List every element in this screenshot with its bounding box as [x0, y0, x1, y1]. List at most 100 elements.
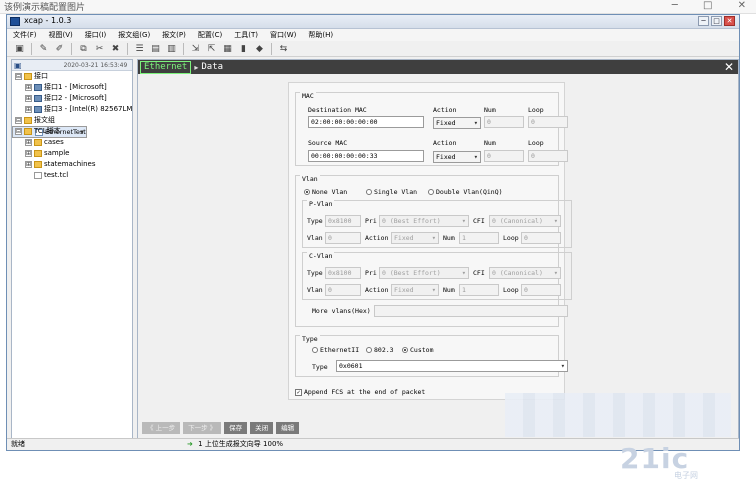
menu-config[interactable]: 配置(C) — [198, 29, 222, 41]
append-fcs-checkbox[interactable]: ✓ Append FCS at the end of packet — [295, 388, 425, 396]
p-type-field[interactable]: 0x8100 — [325, 215, 361, 227]
radio-dot — [402, 347, 408, 353]
tree-item-label: cases — [44, 138, 64, 146]
expand-icon[interactable]: ⊞ — [25, 160, 32, 168]
next-button[interactable]: 下一步 》 — [183, 422, 222, 434]
background-minimize-button[interactable]: ─ — [672, 0, 678, 11]
c-num-field[interactable]: 1 — [459, 284, 499, 296]
menu-interface[interactable]: 接口(I) — [85, 29, 107, 41]
tree-item[interactable]: ⊞ 接口3 - [Intel(R) 82567LM — [12, 104, 132, 115]
tree-item[interactable]: ⊟ TCL脚本 — [12, 126, 132, 137]
menu-window[interactable]: 窗口(W) — [270, 29, 296, 41]
src-loop-field[interactable]: 0 — [528, 150, 568, 162]
dst-num-field[interactable]: 0 — [484, 116, 524, 128]
dst-action-select[interactable]: Fixed — [433, 117, 481, 129]
c-loop-field[interactable]: 0 — [521, 284, 561, 296]
p-pri-select[interactable]: 0 (Best Effort) — [379, 215, 469, 227]
tree-item[interactable]: ⊞ cases — [12, 137, 132, 148]
expand-icon[interactable]: ⊞ — [25, 105, 32, 113]
tree-item[interactable]: ⊞ 接口1 - [Microsoft] — [12, 82, 132, 93]
save-as-icon[interactable]: ▥ — [165, 43, 178, 55]
tree-item-label: test.tcl — [44, 171, 69, 179]
import-icon[interactable]: ⇲ — [189, 43, 202, 55]
c-cfi-select[interactable]: 0 (Canonical) — [489, 267, 561, 279]
dst-loop-label: Loop — [528, 106, 544, 114]
menu-view[interactable]: 视图(V) — [49, 29, 73, 41]
folder-icon — [34, 160, 42, 168]
save-icon[interactable]: ▤ — [149, 43, 162, 55]
expand-icon[interactable]: ⊞ — [25, 138, 32, 146]
package-icon[interactable]: ◆ — [253, 43, 266, 55]
maximize-button[interactable]: □ — [711, 16, 722, 26]
delete-icon[interactable]: ✖ — [109, 43, 122, 55]
tree-item[interactable]: test.tcl — [12, 170, 132, 181]
more-vlans-field[interactable] — [374, 305, 568, 317]
dst-loop-field[interactable]: 0 — [528, 116, 568, 128]
tree-item[interactable]: ⊟ 接口 — [12, 71, 132, 82]
prev-button[interactable]: 《 上一步 — [142, 422, 181, 434]
radio-ethernet2[interactable]: EthernetII — [312, 346, 359, 354]
minimize-button[interactable]: ─ — [698, 16, 709, 26]
expand-icon[interactable]: ⊞ — [25, 149, 32, 157]
watermark-logo: 21ic 电子网 — [600, 440, 750, 486]
vlan-group-title: Vlan — [300, 175, 320, 183]
close-wizard-button[interactable]: 关闭 — [250, 422, 274, 434]
menu-help[interactable]: 帮助(H) — [308, 29, 333, 41]
tree-item[interactable]: ⊞ statemachines — [12, 159, 132, 170]
c-action-select[interactable]: Fixed — [391, 284, 439, 296]
brush-icon[interactable]: ✐ — [53, 43, 66, 55]
p-cfi-select[interactable]: 0 (Canonical) — [489, 215, 561, 227]
dst-mac-field[interactable]: 02:00:00:00:00:00 — [308, 116, 424, 128]
expand-icon[interactable]: ⊞ — [25, 94, 32, 102]
radio-double-vlan[interactable]: Double Vlan(QinQ) — [428, 188, 503, 196]
save-button[interactable]: 保存 — [224, 422, 248, 434]
src-num-field[interactable]: 0 — [484, 150, 524, 162]
p-num-field[interactable]: 1 — [459, 232, 499, 244]
link-icon[interactable]: ⇆ — [277, 43, 290, 55]
toolbar-separator — [127, 42, 128, 55]
tree-item[interactable]: ⊟ 报文组 — [12, 115, 132, 126]
src-mac-field[interactable]: 00:00:00:00:00:33 — [308, 150, 424, 162]
menu-packet[interactable]: 报文(P) — [162, 29, 186, 41]
radio-none-vlan[interactable]: None Vlan — [304, 188, 347, 196]
tree-item[interactable]: ⊞ 接口2 - [Microsoft] — [12, 93, 132, 104]
export-icon[interactable]: ⇱ — [205, 43, 218, 55]
main-editor: Ethernet ▸ Data ✕ MAC Destination MAC Ac… — [137, 59, 739, 439]
new-icon[interactable]: ▣ — [13, 43, 26, 55]
bar-chart-icon[interactable]: ▮ — [237, 43, 250, 55]
tab-ethernet[interactable]: Ethernet — [140, 60, 192, 74]
edit-icon[interactable]: ✎ — [37, 43, 50, 55]
radio-8023[interactable]: 802.3 — [366, 346, 394, 354]
type-label: Type — [312, 363, 328, 371]
p-action-select[interactable]: Fixed — [391, 232, 439, 244]
type-select[interactable]: 0x0601 — [336, 360, 568, 372]
p-vlan-field[interactable]: 0 — [325, 232, 361, 244]
menu-file[interactable]: 文件(F) — [13, 29, 37, 41]
collapse-icon[interactable]: ⊟ — [15, 127, 22, 135]
menu-tools[interactable]: 工具(T) — [234, 29, 258, 41]
radio-single-vlan[interactable]: Single Vlan — [366, 188, 417, 196]
c-pri-select[interactable]: 0 (Best Effort) — [379, 267, 469, 279]
src-action-select[interactable]: Fixed — [433, 151, 481, 163]
background-maximize-button[interactable]: □ — [703, 0, 712, 11]
cut-icon[interactable]: ✂ — [93, 43, 106, 55]
collapse-icon[interactable]: ⊟ — [15, 116, 22, 124]
collapse-icon[interactable]: ⊟ — [15, 72, 22, 80]
background-close-button[interactable]: ✕ — [738, 0, 746, 11]
list-icon[interactable]: ☰ — [133, 43, 146, 55]
p-cfi-label: CFI — [473, 217, 485, 225]
copy-icon[interactable]: ⧉ — [77, 43, 90, 55]
expand-icon[interactable]: ⊞ — [25, 83, 32, 91]
editor-close-button[interactable]: ✕ — [724, 60, 734, 74]
dst-num-label: Num — [484, 106, 496, 114]
p-loop-field[interactable]: 0 — [521, 232, 561, 244]
close-button[interactable]: ✕ — [724, 16, 735, 26]
c-type-field[interactable]: 0x8100 — [325, 267, 361, 279]
menu-packet-group[interactable]: 报文组(G) — [118, 29, 150, 41]
chart-icon[interactable]: ▦ — [221, 43, 234, 55]
edit-button[interactable]: 编辑 — [276, 422, 300, 434]
c-vlan-field[interactable]: 0 — [325, 284, 361, 296]
tree-item[interactable]: ⊞ sample — [12, 148, 132, 159]
radio-custom[interactable]: Custom — [402, 346, 433, 354]
blurred-region — [505, 393, 731, 437]
